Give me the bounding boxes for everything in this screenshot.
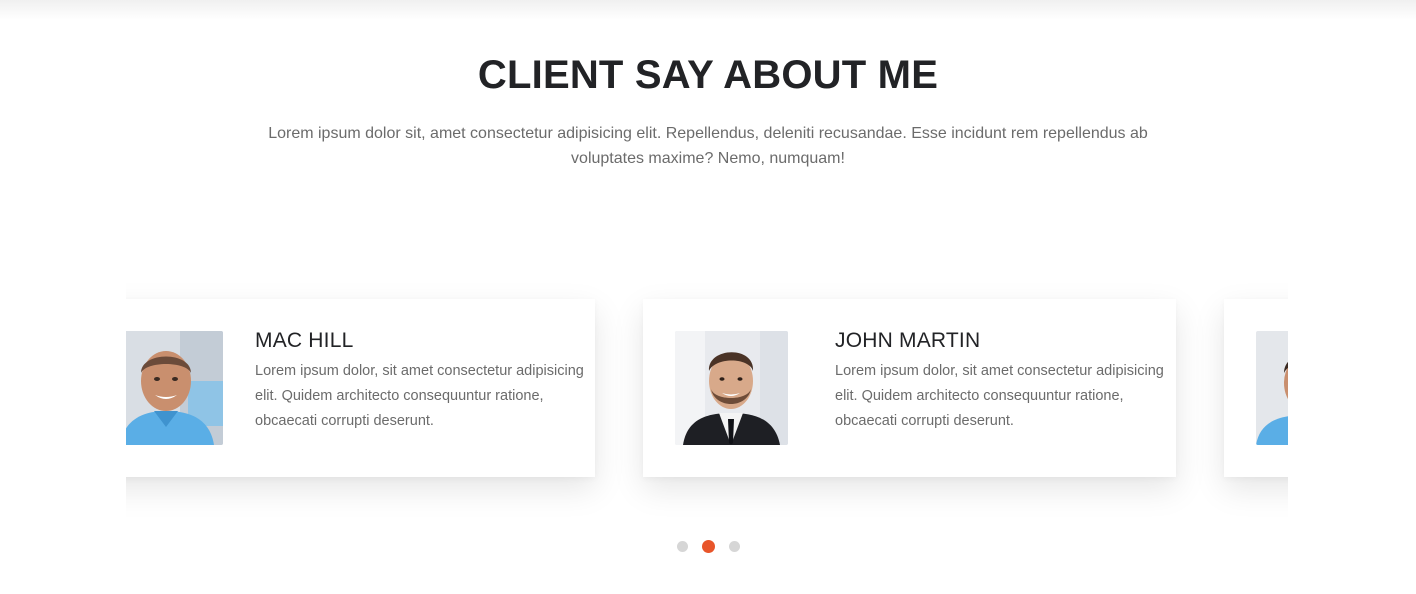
client-name: MAC HILL <box>255 329 354 352</box>
testimonial-carousel[interactable]: MAC HILL Lorem ipsum dolor, sit amet con… <box>126 270 1288 520</box>
testimonials-section: CLIENT SAY ABOUT ME Lorem ipsum dolor si… <box>0 0 1416 594</box>
client-photo-image <box>675 331 788 445</box>
carousel-pagination <box>0 539 1416 553</box>
pagination-dot[interactable] <box>676 540 688 552</box>
pagination-dot[interactable] <box>728 540 740 552</box>
testimonial-card: JOHN MARTIN Lorem ipsum dolor, sit amet … <box>643 299 1176 477</box>
client-photo <box>126 331 223 445</box>
client-photo-image <box>126 331 223 445</box>
testimonial-card: MAC HILL Lorem ipsum dolor, sit amet con… <box>126 299 595 477</box>
client-photo <box>1256 331 1288 445</box>
testimonial-card <box>1224 299 1288 477</box>
section-description: Lorem ipsum dolor sit, amet consectetur … <box>268 125 1148 167</box>
client-photo-image <box>1256 331 1288 445</box>
header-shadow <box>0 0 1416 20</box>
client-photo <box>675 331 788 445</box>
client-quote: Lorem ipsum dolor, sit amet consectetur … <box>835 363 1164 429</box>
pagination-dot-active[interactable] <box>701 539 715 553</box>
client-name: JOHN MARTIN <box>835 329 981 352</box>
section-title: CLIENT SAY ABOUT ME <box>477 53 939 97</box>
client-quote: Lorem ipsum dolor, sit amet consectetur … <box>255 363 584 429</box>
